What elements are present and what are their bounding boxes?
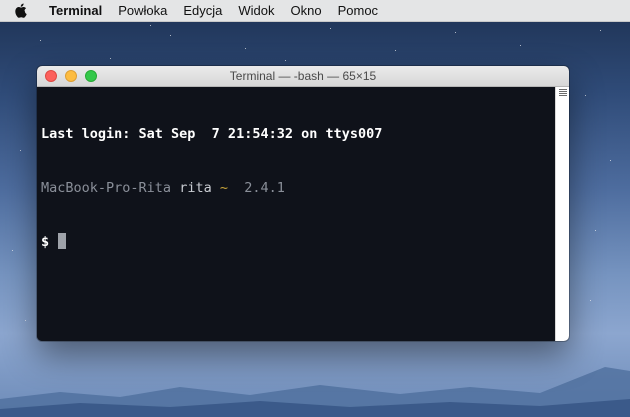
menu-edycja[interactable]: Edycja [175,0,230,21]
last-login-line: Last login: Sat Sep 7 21:54:32 on ttys00… [41,126,383,142]
menu-bar: Terminal Powłoka Edycja Widok Okno Pomoc [0,0,630,22]
window-controls [45,70,97,82]
terminal-window: Terminal — -bash — 65×15 Last login: Sat… [37,66,569,341]
prompt-dir: ~ [219,180,228,196]
window-minimize-icon[interactable] [65,70,77,82]
menu-app-terminal[interactable]: Terminal [39,0,110,21]
window-title: Terminal — -bash — 65×15 [229,69,377,83]
menu-pomoc[interactable]: Pomoc [330,0,386,21]
prompt-host: MacBook-Pro-Rita [41,180,172,196]
scrollbar-icon [559,89,567,97]
window-maximize-icon[interactable] [85,70,97,82]
input-line[interactable]: $ [41,233,555,251]
menu-okno[interactable]: Okno [283,0,330,21]
prompt-line: MacBook-Pro-Rita rita ~ 2.4.1 [41,179,555,197]
prompt-user: rita [179,180,212,196]
window-titlebar[interactable]: Terminal — -bash — 65×15 [37,66,569,87]
terminal-scrollbar[interactable] [555,87,569,341]
wallpaper-mountains [0,367,630,417]
prompt-symbol: $ [41,234,50,250]
apple-icon[interactable] [14,3,27,18]
prompt-version: 2.4.1 [244,180,285,196]
menu-widok[interactable]: Widok [230,0,282,21]
terminal-cursor [58,233,67,249]
window-close-icon[interactable] [45,70,57,82]
terminal-content[interactable]: Last login: Sat Sep 7 21:54:32 on ttys00… [37,87,555,341]
menu-powloka[interactable]: Powłoka [110,0,175,21]
